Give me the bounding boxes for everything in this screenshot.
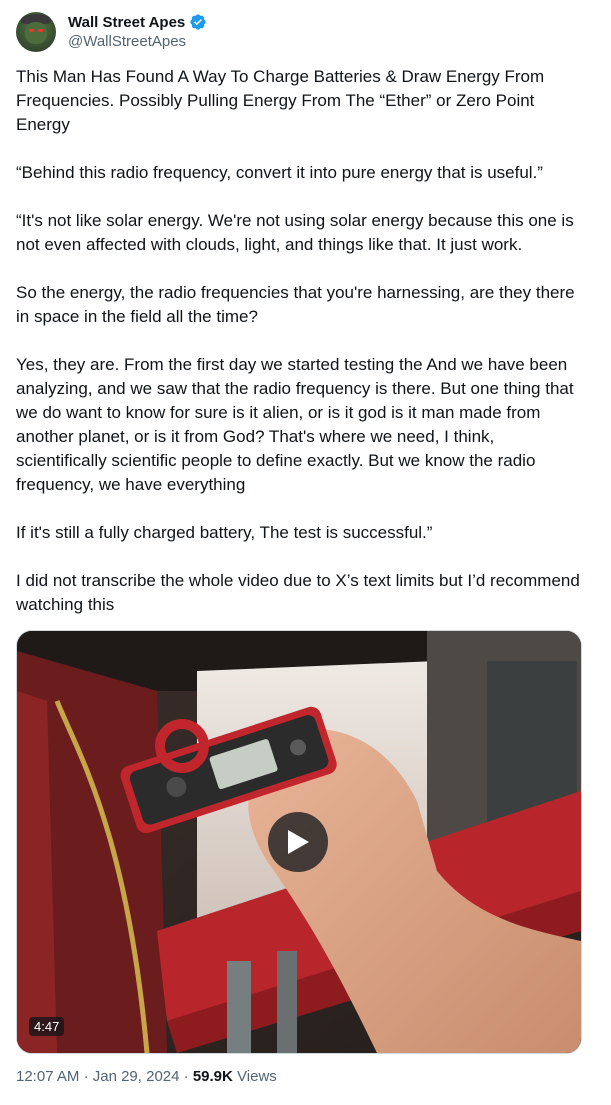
meta-separator: · bbox=[83, 1068, 89, 1085]
meta-separator: · bbox=[183, 1068, 189, 1085]
avatar-eye-right bbox=[38, 29, 43, 32]
tweet-paragraph: I did not transcribe the whole video due… bbox=[16, 571, 580, 614]
avatar[interactable] bbox=[16, 12, 56, 52]
tweet-card: Wall Street Apes @WallStreetApes This Ma… bbox=[0, 0, 611, 1105]
tweet-paragraph: So the energy, the radio frequencies tha… bbox=[16, 283, 575, 326]
author-name[interactable]: Wall Street Apes bbox=[68, 14, 185, 31]
tweet-paragraph: This Man Has Found A Way To Charge Batte… bbox=[16, 67, 545, 134]
tweet-paragraph: “It's not like solar energy. We're not u… bbox=[16, 211, 574, 254]
author-name-row: Wall Street Apes bbox=[68, 12, 207, 32]
play-icon bbox=[288, 830, 309, 854]
tweet-paragraph: If it's still a fully charged battery, T… bbox=[16, 523, 433, 542]
tweet-paragraph: “Behind this radio frequency, convert it… bbox=[16, 163, 543, 182]
views-count: 59.9K bbox=[192, 1068, 233, 1085]
tweet-time[interactable]: 12:07 AM bbox=[16, 1068, 79, 1085]
video-duration: 4:47 bbox=[29, 1017, 65, 1036]
views-label: Views bbox=[237, 1068, 277, 1085]
tweet-paragraph: Yes, they are. From the first day we sta… bbox=[16, 355, 574, 494]
video-player[interactable]: 4:47 bbox=[16, 630, 582, 1054]
verified-badge-icon bbox=[190, 14, 206, 30]
play-button[interactable] bbox=[268, 812, 328, 872]
author-handle[interactable]: @WallStreetApes bbox=[68, 33, 186, 50]
tweet-meta: 12:07 AM · Jan 29, 2024 · 59.9K Views bbox=[16, 1068, 277, 1085]
avatar-eye-left bbox=[29, 29, 34, 32]
tweet-date[interactable]: Jan 29, 2024 bbox=[93, 1068, 180, 1085]
avatar-face bbox=[25, 22, 47, 44]
tweet-text: This Man Has Found A Way To Charge Batte… bbox=[16, 65, 588, 641]
